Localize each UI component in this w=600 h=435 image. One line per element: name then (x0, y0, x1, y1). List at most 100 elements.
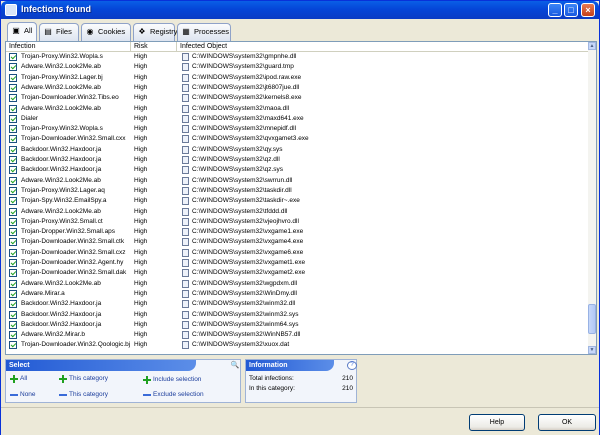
row-checkbox[interactable] (9, 248, 17, 257)
row-checkbox[interactable] (9, 176, 17, 185)
table-row[interactable]: Trojan-Dropper.Win32.Small.aps High C:\WIN… (6, 227, 588, 237)
close-button[interactable]: × (581, 3, 595, 17)
row-checkbox[interactable] (9, 269, 17, 278)
row-checkbox[interactable] (9, 259, 17, 267)
row-checkbox[interactable] (9, 341, 17, 350)
tab-registry[interactable]: ❖ Registry (133, 23, 178, 41)
row-checkbox[interactable] (9, 300, 17, 309)
row-checkbox[interactable] (9, 217, 17, 226)
table-row[interactable]: Adware.Win32.Look2Me.ab High C:\WINDOWS\sy… (6, 279, 588, 289)
file-icon (182, 166, 189, 175)
scroll-down-button[interactable]: ▼ (588, 346, 596, 354)
table-row[interactable]: Trojan-Downloader.Win32.Small.ctk High C:\… (6, 237, 588, 247)
table-row[interactable]: Trojan-Downloader.Win32.Tibs.eo High C:\WI… (6, 93, 588, 103)
row-checkbox[interactable] (9, 289, 17, 298)
row-checkbox[interactable] (9, 207, 17, 216)
row-checkbox[interactable] (9, 279, 17, 288)
row-checkbox[interactable] (9, 228, 17, 237)
title-bar[interactable]: Infections found _ □ × (1, 1, 599, 19)
search-icon[interactable]: 🔍 (230, 361, 240, 370)
infection-name: Backdoor.Win32.Haxdoor.ja (21, 310, 102, 318)
ok-button[interactable]: OK (538, 414, 596, 431)
row-checkbox[interactable] (9, 238, 17, 247)
infected-object-path: C:\WINDOWS\system32\mnepidf.dll (192, 125, 297, 133)
tab-files[interactable]: ▤ Files (39, 23, 79, 41)
minimize-button[interactable]: _ (548, 3, 562, 17)
row-checkbox[interactable] (9, 73, 17, 82)
table-row[interactable]: Trojan-Proxy.Win32.Lager.aq High C:\WINDOW… (6, 186, 588, 196)
table-row[interactable]: Adware.Win32.Look2Me.ab High C:\WINDOWS\sy… (6, 62, 588, 72)
infection-name: Trojan-Proxy.Win32.Small.ct (21, 217, 103, 225)
help-icon[interactable]: ? (347, 361, 357, 370)
row-checkbox[interactable] (9, 145, 17, 154)
table-row[interactable]: Adware.Win32.Mirar.b High C:\WINDOWS\syste… (6, 330, 588, 340)
scroll-thumb[interactable] (588, 304, 596, 334)
column-header-infection[interactable]: Infection (6, 42, 131, 52)
infected-object-path: C:\WINDOWS\system32\gmpnhe.dll (192, 53, 297, 60)
table-row[interactable]: Trojan-Spy.Win32.EmailSpy.a High C:\WINDOW… (6, 196, 588, 206)
risk-level: High (134, 207, 148, 215)
row-checkbox[interactable] (9, 156, 17, 164)
table-row[interactable]: Trojan-Proxy.Win32.Wopla.s High C:\WINDOWS… (6, 52, 588, 62)
table-row[interactable]: Dialer High C:\WINDOWS\system32\maxd641.ex… (6, 114, 588, 124)
select-category-label: This category (69, 375, 109, 382)
table-row[interactable]: Backdoor.Win32.Haxdoor.ja High C:\WINDOWS\… (6, 145, 588, 155)
table-row[interactable]: Backdoor.Win32.Haxdoor.ja High C:\WINDOWS\… (6, 165, 588, 175)
table-row[interactable]: Backdoor.Win32.Haxdoor.ja High C:\WINDOWS\… (6, 299, 588, 309)
process-icon: ▦ (182, 27, 190, 36)
table-row[interactable]: Adware.Win32.Look2Me.ab High C:\WINDOWS\sy… (6, 207, 588, 217)
row-checkbox[interactable] (9, 320, 17, 329)
table-row[interactable]: Adware.Mirar.a High C:\WINDOWS\system32\Wi… (6, 289, 588, 299)
table-row[interactable]: Trojan-Downloader.Win32.Qoologic.bj High C… (6, 340, 588, 350)
deselect-this-category-button[interactable]: This category (59, 390, 108, 400)
row-checkbox[interactable] (9, 125, 17, 134)
row-checkbox[interactable] (9, 186, 17, 195)
file-icon (182, 248, 189, 257)
table-row[interactable]: Backdoor.Win32.Haxdoor.ja High C:\WINDOWS\… (6, 155, 588, 165)
select-none-button[interactable]: None (10, 390, 36, 400)
row-checkbox[interactable] (9, 83, 17, 92)
exclude-selection-button[interactable]: Exclude selection (143, 390, 204, 400)
include-selection-button[interactable]: Include selection (143, 375, 201, 385)
file-icon (182, 114, 189, 123)
tab-cookies[interactable]: ◉ Cookies (81, 23, 131, 41)
row-checkbox[interactable] (9, 197, 17, 206)
table-row[interactable]: Trojan-Downloader.Win32.Small.cxx High C:\… (6, 134, 588, 144)
row-checkbox[interactable] (9, 166, 17, 175)
table-row[interactable]: Adware.Win32.Look2Me.ab High C:\WINDOWS\sy… (6, 104, 588, 114)
table-row[interactable]: Backdoor.Win32.Haxdoor.ja High C:\WINDOWS\… (6, 310, 588, 320)
scroll-up-button[interactable]: ▲ (588, 42, 596, 50)
table-row[interactable]: Adware.Win32.Look2Me.ab High C:\WINDOWS\sy… (6, 176, 588, 186)
select-this-category-button[interactable]: This category (59, 374, 108, 384)
column-header-infected-object[interactable]: Infected Object (177, 42, 407, 52)
row-checkbox[interactable] (9, 331, 17, 340)
infection-name: Adware.Mirar.a (21, 289, 65, 297)
table-row[interactable]: Trojan-Downloader.Win32.Small.dak High C:\… (6, 268, 588, 278)
help-button[interactable]: Help (469, 414, 525, 431)
table-row[interactable]: Trojan-Downloader.Win32.Agent.hy High C:\W… (6, 258, 588, 268)
table-row[interactable]: Trojan-Downloader.Win32.Small.cxz High C:\… (6, 248, 588, 258)
table-row[interactable]: Trojan-Proxy.Win32.Wopla.s High C:\WINDOWS… (6, 124, 588, 134)
tab-all[interactable]: ▣ All (7, 22, 37, 41)
select-all-button[interactable]: All (10, 374, 27, 384)
maximize-button[interactable]: □ (564, 3, 578, 17)
risk-level: High (134, 156, 148, 163)
row-checkbox[interactable] (9, 114, 17, 123)
row-checkbox[interactable] (9, 63, 17, 72)
table-row[interactable]: Adware.Win32.Look2Me.ab High C:\WINDOWS\sy… (6, 83, 588, 93)
vertical-scrollbar[interactable]: ▲ ▼ (588, 42, 596, 354)
risk-level: High (134, 197, 148, 205)
row-checkbox[interactable] (9, 310, 17, 319)
table-row[interactable]: Backdoor.Win32.Haxdoor.ja High C:\WINDOWS\… (6, 320, 588, 330)
row-checkbox[interactable] (9, 104, 17, 113)
row-checkbox[interactable] (9, 53, 17, 61)
table-row[interactable]: Trojan-Proxy.Win32.Lager.bj High C:\WINDOW… (6, 73, 588, 83)
infection-name: Trojan-Downloader.Win32.Tibs.eo (21, 94, 119, 102)
file-icon (182, 135, 189, 144)
column-header-risk[interactable]: Risk (131, 42, 177, 52)
table-row[interactable]: Trojan-Proxy.Win32.Small.ct High C:\WINDOW… (6, 217, 588, 227)
infection-name: Trojan-Downloader.Win32.Qoologic.bj (21, 341, 131, 349)
row-checkbox[interactable] (9, 94, 17, 103)
tab-processes[interactable]: ▦ Processes (177, 23, 231, 41)
row-checkbox[interactable] (9, 135, 17, 144)
